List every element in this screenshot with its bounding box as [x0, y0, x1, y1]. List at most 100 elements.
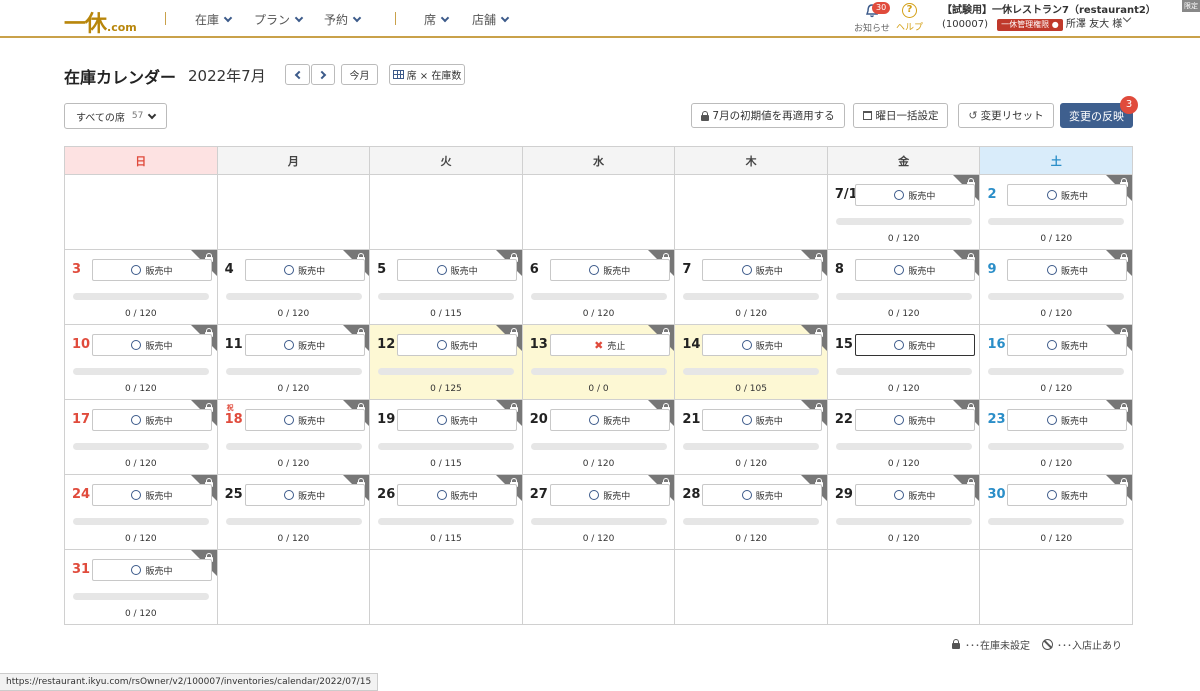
sales-status-toggle[interactable]: 販売中: [1007, 259, 1128, 281]
calendar-day-cell[interactable]: 16 販売中 0 / 120: [980, 325, 1134, 400]
prev-month-button[interactable]: [285, 64, 310, 85]
calendar-day-cell[interactable]: 7/1 販売中 0 / 120: [827, 175, 981, 250]
circle-icon: [894, 490, 905, 500]
help-button[interactable]: ? ヘルプ: [896, 3, 923, 33]
calendar-day-cell[interactable]: 14 販売中 0 / 105: [675, 325, 828, 400]
reapply-defaults-button[interactable]: 7月の初期値を再適用する: [691, 103, 845, 128]
sales-status-toggle[interactable]: 販売中: [244, 334, 365, 356]
sales-status-toggle[interactable]: 販売中: [702, 484, 823, 506]
sales-status-toggle[interactable]: 販売中: [397, 259, 518, 281]
calendar-day-cell[interactable]: 17 販売中 0 / 120: [65, 400, 218, 475]
day-number: 16: [987, 337, 1006, 352]
seat-filter-select[interactable]: すべての席 57: [64, 103, 167, 129]
nav-item-inventory[interactable]: 在庫: [195, 11, 233, 28]
day-number: 28: [682, 487, 701, 502]
sales-status-toggle[interactable]: 販売中: [1007, 409, 1128, 431]
day-number: 13: [529, 337, 548, 352]
this-month-button[interactable]: 今月: [341, 64, 378, 85]
view-toggle-button[interactable]: 席 × 在庫数: [389, 64, 465, 85]
sales-status-toggle[interactable]: 販売中: [397, 334, 518, 356]
calendar-day-cell[interactable]: 10 販売中 0 / 120: [65, 325, 218, 400]
calendar-day-cell[interactable]: 31 販売中 0 / 120: [65, 550, 218, 625]
sales-status-toggle[interactable]: 販売中: [702, 409, 823, 431]
calendar-day-cell[interactable]: 6 販売中 0 / 120: [522, 250, 676, 325]
calendar-day-cell[interactable]: 20 販売中 0 / 120: [522, 400, 676, 475]
weekday-bulk-button[interactable]: 曜日一括設定: [853, 103, 948, 128]
calendar-day-cell[interactable]: 19 販売中 0 / 115: [370, 400, 523, 475]
calendar-day-cell[interactable]: 9 販売中 0 / 120: [980, 250, 1134, 325]
calendar-day-cell[interactable]: 29 販売中 0 / 120: [827, 475, 981, 550]
ikyu-logo[interactable]: 一休 .com: [64, 6, 137, 38]
inventory-progress-bar: [835, 368, 972, 375]
calendar-day-cell[interactable]: 24 販売中 0 / 120: [65, 475, 218, 550]
calendar-day-cell[interactable]: 13 ✖ 売止 0 / 0: [522, 325, 676, 400]
calendar-day-cell[interactable]: 22 販売中 0 / 120: [827, 400, 981, 475]
sales-status-toggle[interactable]: 販売中: [702, 334, 823, 356]
calendar-day-cell[interactable]: 12 販売中 0 / 125: [370, 325, 523, 400]
calendar-day-cell[interactable]: 23 販売中 0 / 120: [980, 400, 1134, 475]
lock-icon: [952, 638, 962, 651]
calendar-day-cell[interactable]: 2 販売中 0 / 120: [980, 175, 1134, 250]
calendar-day-cell[interactable]: 8 販売中 0 / 120: [827, 250, 981, 325]
sales-status-toggle[interactable]: 販売中: [92, 334, 212, 356]
inventory-progress-bar: [683, 368, 820, 375]
next-month-button[interactable]: [311, 64, 335, 85]
empty-day-cell: [522, 550, 676, 625]
sales-status-toggle[interactable]: 販売中: [1007, 484, 1128, 506]
sales-status-toggle[interactable]: 販売中: [549, 409, 670, 431]
reset-changes-button[interactable]: ↺ 変更リセット: [958, 103, 1054, 128]
calendar-day-cell[interactable]: 11 販売中 0 / 120: [217, 325, 371, 400]
status-label: 販売中: [145, 266, 173, 277]
sales-status-toggle[interactable]: 販売中: [92, 259, 212, 281]
sales-status-toggle[interactable]: 販売中: [854, 334, 975, 356]
status-label: 販売中: [1060, 491, 1088, 502]
nav-item-plan[interactable]: プラン: [254, 11, 304, 28]
status-label: 販売中: [1060, 266, 1088, 277]
sales-status-toggle[interactable]: ✖ 売止: [549, 334, 670, 356]
calendar-day-cell[interactable]: 26 販売中 0 / 115: [370, 475, 523, 550]
nav-item-reservation[interactable]: 予約: [324, 11, 362, 28]
nav-item-store[interactable]: 店舗: [472, 11, 510, 28]
sales-status-toggle[interactable]: 販売中: [854, 484, 975, 506]
calendar-day-cell[interactable]: 4 販売中 0 / 120: [217, 250, 371, 325]
sales-status-toggle[interactable]: 販売中: [244, 409, 365, 431]
calendar-day-cell[interactable]: 15 販売中 0 / 120: [827, 325, 981, 400]
calendar-day-cell[interactable]: 25 販売中 0 / 120: [217, 475, 371, 550]
sales-status-toggle[interactable]: 販売中: [549, 484, 670, 506]
sales-status-toggle[interactable]: 販売中: [854, 259, 975, 281]
chevron-down-icon: [500, 13, 510, 23]
calendar-day-cell[interactable]: 5 販売中 0 / 115: [370, 250, 523, 325]
sales-status-toggle[interactable]: 販売中: [854, 409, 975, 431]
circle-icon: [131, 565, 142, 575]
calendar-day-cell[interactable]: 21 販売中 0 / 120: [675, 400, 828, 475]
inventory-count: 0 / 120: [887, 459, 920, 469]
sales-status-toggle[interactable]: 販売中: [244, 259, 365, 281]
inventory-count: 0 / 120: [887, 309, 920, 319]
calendar-day-cell[interactable]: 祝 18 販売中 0 / 120: [217, 400, 371, 475]
inventory-progress-bar: [73, 293, 209, 300]
circle-icon: [436, 265, 447, 275]
sales-status-toggle[interactable]: 販売中: [244, 484, 365, 506]
sales-status-toggle[interactable]: 販売中: [92, 559, 212, 581]
calendar-day-cell[interactable]: 3 販売中 0 / 120: [65, 250, 218, 325]
calendar-day-cell[interactable]: 7 販売中 0 / 120: [675, 250, 828, 325]
sales-status-toggle[interactable]: 販売中: [702, 259, 823, 281]
day-number: 25: [224, 487, 243, 502]
sales-status-toggle[interactable]: 販売中: [92, 484, 212, 506]
sales-status-toggle[interactable]: 販売中: [1007, 334, 1128, 356]
inventory-count: 0 / 120: [582, 309, 615, 319]
calendar-day-cell[interactable]: 28 販売中 0 / 120: [675, 475, 828, 550]
nav-item-seat[interactable]: 席: [424, 11, 450, 28]
sales-status-toggle[interactable]: 販売中: [549, 259, 670, 281]
sales-status-toggle[interactable]: 販売中: [397, 409, 518, 431]
sales-status-toggle[interactable]: 販売中: [397, 484, 518, 506]
weekday-header-cell: 火: [370, 147, 523, 175]
inventory-progress-bar: [530, 293, 667, 300]
calendar-day-cell[interactable]: 27 販売中 0 / 120: [522, 475, 676, 550]
sales-status-toggle[interactable]: 販売中: [92, 409, 212, 431]
notifications-button[interactable]: 30 お知らせ: [854, 2, 891, 34]
calendar-day-cell[interactable]: 30 販売中 0 / 120: [980, 475, 1134, 550]
empty-day-cell: [675, 550, 828, 625]
sales-status-toggle[interactable]: 販売中: [854, 184, 975, 206]
sales-status-toggle[interactable]: 販売中: [1007, 184, 1128, 206]
